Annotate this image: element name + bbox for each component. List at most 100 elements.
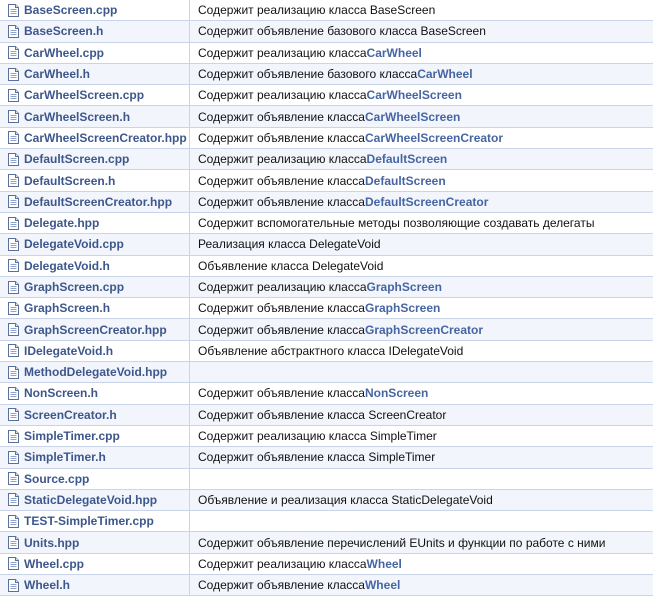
description-text: Содержит объявление базового класса — [198, 67, 418, 82]
file-description-cell: Содержит объявление класса DefaultScreen — [190, 170, 653, 190]
description-text: Содержит объявление перечислений EUnits … — [198, 535, 606, 550]
file-row: GraphScreen.h Содержит объявление класса … — [0, 298, 653, 320]
file-link[interactable]: CarWheel.h — [24, 67, 90, 81]
file-row: CarWheel.h Содержит объявление базового к… — [0, 63, 653, 86]
file-description-cell: Объявление класса DelegateVoid — [190, 256, 653, 276]
file-link[interactable]: DefaultScreen.cpp — [24, 152, 129, 166]
file-row: SimpleTimer.h Содержит объявление класса … — [0, 447, 653, 469]
class-link[interactable]: Wheel — [365, 578, 400, 592]
class-link[interactable]: DefaultScreen — [367, 152, 448, 166]
file-link[interactable]: BaseScreen.cpp — [24, 3, 117, 17]
file-link[interactable]: SimpleTimer.h — [24, 450, 106, 464]
file-description-cell: Реализация класса DelegateVoid — [190, 234, 653, 254]
description-text: Содержит реализацию класса — [198, 556, 367, 571]
file-description-cell: Содержит реализацию класса CarWheel — [190, 43, 653, 63]
file-name-cell: ScreenCreator.h — [0, 404, 190, 425]
file-link[interactable]: Source.cpp — [24, 472, 89, 486]
file-row: IDelegateVoid.h Объявление абстрактного к… — [0, 340, 653, 363]
file-description-cell: Содержит объявление перечислений EUnits … — [190, 532, 653, 552]
file-description-cell: Содержит объявление базового класса CarW… — [190, 64, 653, 84]
file-description-cell — [190, 469, 653, 489]
file-name-cell: Delegate.hpp — [0, 212, 190, 234]
file-link[interactable]: Wheel.h — [24, 578, 70, 592]
file-name-cell: CarWheelScreen.cpp — [0, 85, 190, 106]
description-text: Содержит вспомогательные методы позволяю… — [198, 216, 595, 231]
document-file-icon — [8, 536, 19, 550]
document-file-icon — [8, 259, 19, 273]
file-link[interactable]: TEST-SimpleTimer.cpp — [24, 514, 154, 528]
file-link[interactable]: DelegateVoid.h — [24, 259, 110, 273]
class-link[interactable]: CarWheelScreenCreator — [365, 131, 503, 145]
file-description-cell: Содержит объявление класса Wheel — [190, 575, 653, 595]
file-link[interactable]: IDelegateVoid.h — [24, 344, 113, 358]
class-link[interactable]: CarWheelScreen — [365, 110, 460, 124]
document-file-icon — [8, 429, 19, 443]
file-row: Source.cpp — [0, 468, 653, 490]
file-link[interactable]: DelegateVoid.cpp — [24, 237, 124, 251]
file-link[interactable]: DefaultScreenCreator.hpp — [24, 195, 172, 209]
file-link[interactable]: CarWheel.cpp — [24, 46, 104, 60]
class-link[interactable]: GraphScreen — [367, 280, 442, 294]
file-name-cell: CarWheel.h — [0, 63, 190, 85]
file-description-cell: Содержит объявление класса CarWheelScree… — [190, 106, 653, 126]
class-link[interactable]: CarWheel — [367, 46, 422, 60]
file-link[interactable]: CarWheelScreen.h — [24, 110, 130, 124]
class-link[interactable]: GraphScreenCreator — [365, 323, 483, 337]
document-file-icon — [8, 472, 19, 486]
file-name-cell: Wheel.h — [0, 575, 190, 596]
description-text: Содержит реализацию класса — [198, 88, 367, 103]
file-row: TEST-SimpleTimer.cpp — [0, 511, 653, 533]
document-file-icon — [8, 557, 19, 571]
file-link[interactable]: GraphScreenCreator.hpp — [24, 323, 167, 337]
class-link[interactable]: Wheel — [367, 557, 402, 571]
file-link[interactable]: NonScreen.h — [24, 386, 98, 400]
document-file-icon — [8, 386, 19, 400]
document-file-icon — [8, 301, 19, 315]
class-link[interactable]: CarWheelScreen — [367, 88, 462, 102]
file-link[interactable]: StaticDelegateVoid.hpp — [24, 493, 157, 507]
file-link[interactable]: Wheel.cpp — [24, 557, 84, 571]
document-file-icon — [8, 195, 19, 209]
file-row: DefaultScreen.h Содержит объявление класс… — [0, 170, 653, 192]
file-description-cell: Содержит объявление класса CarWheelScree… — [190, 128, 653, 148]
file-link[interactable]: SimpleTimer.cpp — [24, 429, 120, 443]
file-link[interactable]: Delegate.hpp — [24, 216, 99, 230]
file-row: CarWheelScreen.cpp Содержит реализацию кл… — [0, 85, 653, 107]
file-link[interactable]: DefaultScreen.h — [24, 174, 115, 188]
file-link[interactable]: MethodDelegateVoid.hpp — [24, 365, 167, 379]
file-description-cell: Содержит объявление класса ScreenCreator — [190, 405, 653, 425]
class-link[interactable]: CarWheel — [417, 67, 472, 81]
file-name-cell: DefaultScreenCreator.hpp — [0, 191, 190, 212]
description-text: Содержит объявление класса — [198, 109, 365, 124]
file-link[interactable]: Units.hpp — [24, 536, 79, 550]
file-link[interactable]: ScreenCreator.h — [24, 408, 117, 422]
file-row: CarWheelScreenCreator.hpp Содержит объявл… — [0, 127, 653, 150]
document-file-icon — [8, 578, 19, 592]
file-link[interactable]: GraphScreen.h — [24, 301, 110, 315]
document-file-icon — [8, 408, 19, 422]
file-row: DefaultScreenCreator.hpp Содержит объявле… — [0, 191, 653, 213]
description-text: Содержит объявление класса — [198, 194, 365, 209]
class-link[interactable]: NonScreen — [365, 386, 428, 400]
file-link[interactable]: GraphScreen.cpp — [24, 280, 124, 294]
file-name-cell: CarWheelScreen.h — [0, 106, 190, 127]
file-link[interactable]: CarWheelScreenCreator.hpp — [24, 131, 187, 145]
file-description-cell: Содержит объявление класса SimpleTimer — [190, 447, 653, 467]
file-name-cell: Source.cpp — [0, 468, 190, 489]
file-name-cell: BaseScreen.cpp — [0, 0, 190, 21]
file-row: StaticDelegateVoid.hpp Объявление и реали… — [0, 489, 653, 512]
file-row: DefaultScreen.cpp Содержит реализацию кла… — [0, 149, 653, 171]
class-link[interactable]: DefaultScreen — [365, 174, 446, 188]
class-link[interactable]: GraphScreen — [365, 301, 440, 315]
file-link[interactable]: CarWheelScreen.cpp — [24, 88, 144, 102]
file-name-cell: GraphScreen.cpp — [0, 276, 190, 298]
file-name-cell: DefaultScreen.cpp — [0, 149, 190, 170]
file-row: Wheel.cpp Содержит реализацию класса Whee… — [0, 553, 653, 576]
file-row: DelegateVoid.h Объявление класса Delegate… — [0, 255, 653, 277]
class-link[interactable]: DefaultScreenCreator — [365, 195, 488, 209]
file-row: Delegate.hpp Содержит вспомогательные мет… — [0, 212, 653, 235]
document-file-icon — [8, 493, 19, 507]
file-row: CarWheelScreen.h Содержит объявление клас… — [0, 106, 653, 128]
file-link[interactable]: BaseScreen.h — [24, 24, 103, 38]
description-text: Содержит объявление класса SimpleTimer — [198, 450, 436, 465]
